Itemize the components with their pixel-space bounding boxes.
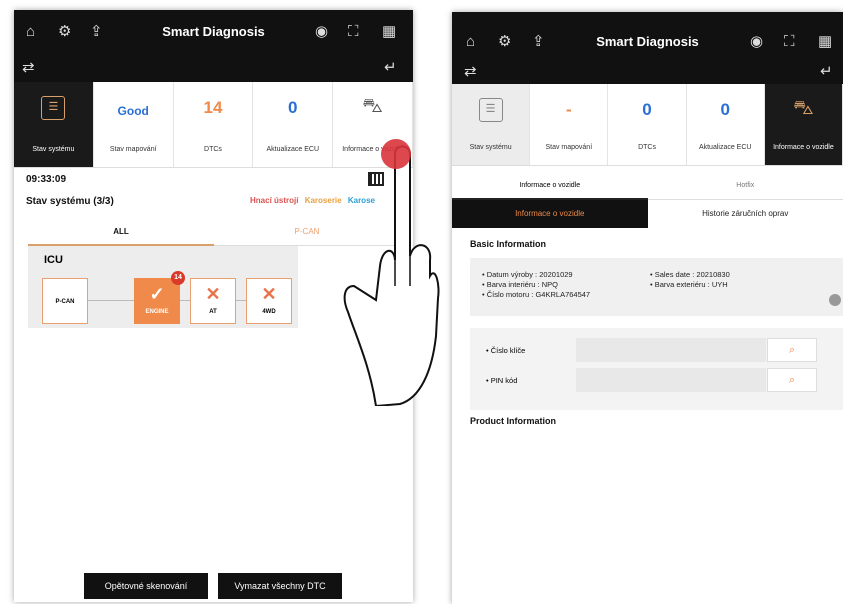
key-pin-panel: • Číslo klíče ⌕ • PIN kód ⌕ bbox=[470, 328, 843, 410]
subtab-vehicle-info[interactable]: Informace o vozidle bbox=[452, 200, 648, 228]
top-bar: ⌂ ⚙ ⇪ Smart Diagnosis ◉ ⛶ ▦ ⇄ ↵ bbox=[14, 10, 413, 82]
clear-all-dtc-button[interactable]: Vymazat všechny DTC bbox=[218, 573, 342, 599]
interior-color: • Barva interiéru : NPQ bbox=[482, 280, 558, 289]
car-link-icon[interactable]: ⇄ bbox=[464, 64, 477, 79]
sales-date: • Sales date : 20210830 bbox=[650, 270, 730, 279]
fullscreen-icon[interactable]: ⛶ bbox=[784, 34, 795, 49]
engine-number: • Číslo motoru : G4KRLA764547 bbox=[482, 290, 591, 299]
key-number-input[interactable] bbox=[576, 338, 766, 362]
vci-status-icon[interactable]: ◉ bbox=[750, 34, 763, 49]
tile-ecu-update[interactable]: 0 Aktualizace ECU bbox=[253, 82, 334, 167]
network-link bbox=[180, 300, 190, 301]
tile-mapping-status[interactable]: - Stav mapování bbox=[530, 84, 609, 165]
ecu-update-count: 0 bbox=[288, 98, 298, 117]
car-info-icon: ⛍ bbox=[362, 95, 383, 117]
search-icon[interactable]: ⌕ bbox=[767, 368, 817, 392]
tab-hotfix[interactable]: Hotfix bbox=[647, 172, 843, 200]
filter-body[interactable]: Karoserie bbox=[305, 196, 342, 205]
basic-info-title: Basic Information bbox=[470, 239, 547, 249]
tile-ecu-update[interactable]: 0 Aktualizace ECU bbox=[686, 84, 765, 165]
key-number-row: • Číslo klíče ⌕ bbox=[470, 338, 843, 362]
pin-code-row: • PIN kód ⌕ bbox=[470, 368, 843, 392]
node-engine[interactable]: ✓ ENGINE 14 bbox=[134, 271, 185, 324]
subtab-warranty-history[interactable]: Historie záručních oprav bbox=[648, 200, 843, 228]
dtc-badge: 14 bbox=[171, 271, 185, 285]
pin-code-input[interactable] bbox=[576, 368, 766, 392]
right-tablet-screen: ⌂ ⚙ ⇪ Smart Diagnosis ◉ ⛶ ▦ ⇄ ↵ ☰ Stav s… bbox=[452, 12, 843, 604]
cross-icon: ✕ bbox=[205, 284, 221, 304]
node-at[interactable]: ✕ AT bbox=[190, 278, 236, 324]
mapping-value: - bbox=[565, 100, 572, 119]
filter-powertrain[interactable]: Hnací ústrojí bbox=[250, 196, 298, 205]
icu-label: ICU bbox=[44, 254, 63, 266]
ecu-update-count: 0 bbox=[720, 100, 730, 119]
network-link bbox=[236, 300, 246, 301]
basic-info-panel: • Datum výroby : 20201029 • Barva interi… bbox=[470, 258, 843, 316]
node-4wd[interactable]: ✕ 4WD bbox=[246, 278, 292, 324]
top-bar: ⌂ ⚙ ⇪ Smart Diagnosis ◉ ⛶ ▦ ⇄ ↵ bbox=[452, 12, 843, 84]
return-icon[interactable]: ↵ bbox=[384, 60, 397, 75]
dtc-count: 14 bbox=[203, 98, 223, 117]
system-status-title: Stav systému (3/3) bbox=[26, 196, 114, 207]
product-info-title: Product Information bbox=[470, 416, 556, 426]
pointing-hand-icon bbox=[343, 145, 440, 406]
qr-icon[interactable]: ▦ bbox=[818, 34, 832, 49]
cross-icon: ✕ bbox=[261, 284, 277, 304]
search-icon[interactable]: ⌕ bbox=[767, 338, 817, 362]
qr-icon[interactable]: ▦ bbox=[382, 24, 396, 39]
rescan-button[interactable]: Opětovné skenování bbox=[84, 573, 208, 599]
exterior-color: • Barva exteriéru : UYH bbox=[650, 280, 728, 289]
tab-vehicle-info[interactable]: Informace o vozidle bbox=[452, 172, 648, 200]
tile-mapping-status[interactable]: Good Stav mapování bbox=[93, 82, 174, 167]
network-link bbox=[88, 300, 134, 301]
check-icon: ✓ bbox=[149, 284, 165, 304]
tile-dtcs[interactable]: 14 DTCs bbox=[173, 82, 254, 167]
fullscreen-icon[interactable]: ⛶ bbox=[348, 24, 359, 39]
return-icon[interactable]: ↵ bbox=[820, 64, 833, 79]
tile-vehicle-info[interactable]: ⛍ Informace o vozidle bbox=[764, 84, 843, 165]
checklist-icon: ☰ bbox=[478, 98, 503, 122]
tile-system-status[interactable]: ☰ Stav systému bbox=[452, 84, 531, 165]
vehicle-subtabs: Informace o vozidle Historie záručních o… bbox=[452, 200, 843, 228]
timestamp: 09:33:09 bbox=[26, 174, 67, 185]
checklist-icon: ☰ bbox=[41, 96, 66, 120]
scroll-handle[interactable] bbox=[829, 294, 841, 306]
touch-indicator bbox=[381, 139, 411, 169]
production-date: • Datum výroby : 20201029 bbox=[482, 270, 573, 279]
vci-status-icon[interactable]: ◉ bbox=[315, 24, 328, 39]
dtc-count: 0 bbox=[642, 100, 652, 119]
car-info-icon: ⛍ bbox=[793, 97, 814, 119]
node-p-can[interactable]: P-CAN bbox=[42, 278, 88, 324]
tile-dtcs[interactable]: 0 DTCs bbox=[608, 84, 687, 165]
car-link-icon[interactable]: ⇄ bbox=[22, 60, 35, 75]
icu-network-panel: ICU P-CAN ✓ ENGINE 14 ✕ AT ✕ 4WD bbox=[28, 246, 298, 328]
tab-all[interactable]: ALL bbox=[28, 218, 214, 246]
mapping-value: Good bbox=[117, 104, 149, 118]
vehicle-tabs: Informace o vozidle Hotfix bbox=[452, 172, 843, 200]
summary-tiles: ☰ Stav systému - Stav mapování 0 DTCs 0 … bbox=[452, 84, 843, 166]
tile-system-status[interactable]: ☰ Stav systému bbox=[14, 82, 94, 167]
